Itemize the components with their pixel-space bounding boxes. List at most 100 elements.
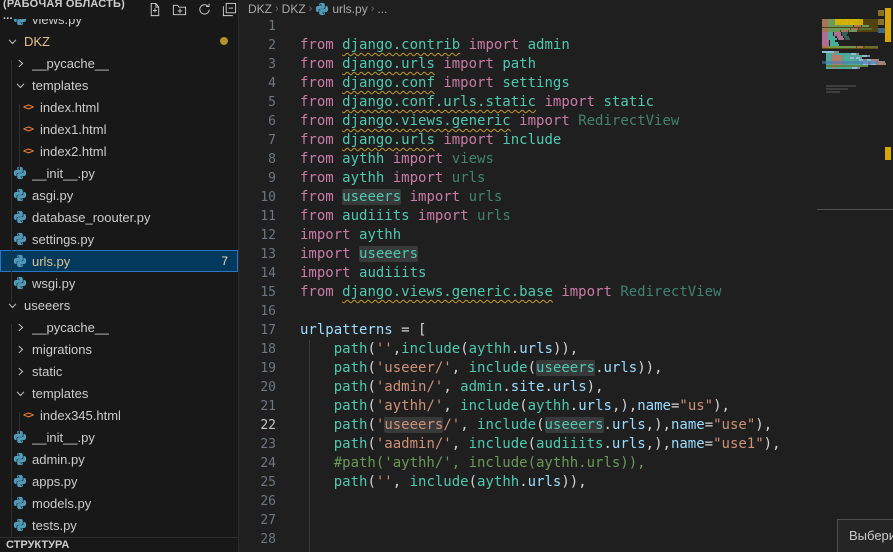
- tree-item-label: __pycache__: [32, 320, 109, 335]
- breadcrumb-item[interactable]: DKZ: [282, 2, 306, 16]
- outline-section-header[interactable]: СТРУКТУРА: [0, 537, 238, 552]
- line-number: 5: [239, 93, 276, 112]
- tree-item-settings.py[interactable]: settings.py: [0, 228, 238, 250]
- tree-item-migrations[interactable]: migrations: [0, 338, 238, 360]
- tree-item-wsgi.py[interactable]: wsgi.py: [0, 272, 238, 294]
- tree-item-__pycache__[interactable]: __pycache__: [0, 316, 238, 338]
- python-file-icon: [12, 473, 28, 489]
- tree-item-database_roouter.py[interactable]: database_roouter.py: [0, 206, 238, 228]
- code-line-27[interactable]: 27: [239, 511, 893, 530]
- tree-item-index.html[interactable]: <>index.html: [0, 96, 238, 118]
- tree-item-__pycache__[interactable]: __pycache__: [0, 52, 238, 74]
- code-line-11[interactable]: 11from audiiits import urls: [239, 207, 893, 226]
- line-content: [276, 511, 300, 530]
- overview-ruler[interactable]: [878, 0, 893, 552]
- tree-item-label: database_roouter.py: [32, 210, 151, 225]
- refresh-icon[interactable]: [196, 1, 213, 18]
- code-line-9[interactable]: 9from aythh import urls: [239, 169, 893, 188]
- code-line-21[interactable]: 21 path('aythh/', include(aythh.urls,),n…: [239, 397, 893, 416]
- code-line-1[interactable]: 1: [239, 17, 893, 36]
- code-line-17[interactable]: 17urlpatterns = [: [239, 321, 893, 340]
- code-line-8[interactable]: 8from aythh import views: [239, 150, 893, 169]
- line-content: from django.urls import include: [276, 131, 561, 150]
- line-number: 27: [239, 511, 276, 530]
- code-line-13[interactable]: 13import useeers: [239, 245, 893, 264]
- code-line-24[interactable]: 24 #path('aythh/', include(aythh.urls)),: [239, 454, 893, 473]
- line-content: path('admin/', admin.site.urls),: [276, 378, 604, 397]
- breadcrumb-item[interactable]: ...: [377, 2, 387, 16]
- new-folder-icon[interactable]: [171, 1, 188, 18]
- tree-item-label: urls.py: [32, 254, 70, 269]
- chevron-right-icon: [12, 55, 28, 71]
- line-number: 2: [239, 36, 276, 55]
- code-line-28[interactable]: 28: [239, 530, 893, 549]
- tree-item-index1.html[interactable]: <>index1.html: [0, 118, 238, 140]
- line-content: from aythh import views: [276, 150, 494, 169]
- tree-item-index2.html[interactable]: <>index2.html: [0, 140, 238, 162]
- code-line-18[interactable]: 18 path('',include(aythh.urls)),: [239, 340, 893, 359]
- tree-item-templates[interactable]: templates: [0, 74, 238, 96]
- collapse-all-icon[interactable]: [221, 1, 238, 18]
- line-number: 7: [239, 131, 276, 150]
- minimap-warning-blob: [835, 19, 863, 25]
- breadcrumb-item[interactable]: DKZ: [248, 2, 272, 16]
- breadcrumb-item[interactable]: urls.py: [315, 2, 367, 16]
- line-number: 16: [239, 302, 276, 321]
- code-line-25[interactable]: 25 path('', include(aythh.urls)),: [239, 473, 893, 492]
- tree-item-static[interactable]: static: [0, 360, 238, 382]
- modified-dot-badge: [220, 37, 228, 45]
- chevron-right-icon: [12, 341, 28, 357]
- tree-item-models.py[interactable]: models.py: [0, 492, 238, 514]
- code-line-3[interactable]: 3from django.urls import path: [239, 55, 893, 74]
- minimap[interactable]: [822, 17, 878, 137]
- html-file-icon: <>: [20, 407, 36, 423]
- python-file-icon: [12, 517, 28, 533]
- explorer-actions: [146, 1, 238, 18]
- explorer-sidebar: views.pyDKZ__pycache__templates<>index.h…: [0, 0, 238, 552]
- code-line-16[interactable]: 16: [239, 302, 893, 321]
- line-content: import aythh: [276, 226, 401, 245]
- line-content: import useeers: [276, 245, 418, 264]
- breadcrumb-label: urls.py: [332, 2, 367, 16]
- code-line-12[interactable]: 12import aythh: [239, 226, 893, 245]
- code-line-22[interactable]: 22 path('useeers/', include(useeers.urls…: [239, 416, 893, 435]
- line-number: 6: [239, 112, 276, 131]
- tree-item-templates[interactable]: templates: [0, 382, 238, 404]
- code-area[interactable]: 12from django.contrib import admin3from …: [239, 17, 893, 549]
- tree-item-apps.py[interactable]: apps.py: [0, 470, 238, 492]
- warning-marker: [885, 147, 891, 160]
- code-line-2[interactable]: 2from django.contrib import admin: [239, 36, 893, 55]
- line-content: from django.views.generic import Redirec…: [276, 112, 679, 131]
- code-line-20[interactable]: 20 path('admin/', admin.site.urls),: [239, 378, 893, 397]
- code-line-19[interactable]: 19 path('useeer/', include(useeers.urls)…: [239, 359, 893, 378]
- minimap-selection-band: [822, 61, 878, 64]
- tree-item-label: admin.py: [32, 452, 85, 467]
- tree-item-useeers[interactable]: useeers: [0, 294, 238, 316]
- tree-item-tests.py[interactable]: tests.py: [0, 514, 238, 536]
- tree-item-asgi.py[interactable]: asgi.py: [0, 184, 238, 206]
- code-line-6[interactable]: 6from django.views.generic import Redire…: [239, 112, 893, 131]
- code-line-14[interactable]: 14import audiiits: [239, 264, 893, 283]
- html-file-icon: <>: [20, 99, 36, 115]
- code-line-10[interactable]: 10from useeers import urls: [239, 188, 893, 207]
- python-file-icon: [12, 231, 28, 247]
- code-line-5[interactable]: 5from django.conf.urls.static import sta…: [239, 93, 893, 112]
- tree-item-__init__.py[interactable]: __init__.py: [0, 162, 238, 184]
- tree-item-label: migrations: [32, 342, 92, 357]
- code-line-15[interactable]: 15from django.views.generic.base import …: [239, 283, 893, 302]
- code-line-4[interactable]: 4from django.conf import settings: [239, 74, 893, 93]
- tree-item-urls.py[interactable]: urls.py7: [0, 250, 238, 272]
- code-line-7[interactable]: 7from django.urls import include: [239, 131, 893, 150]
- code-line-26[interactable]: 26: [239, 492, 893, 511]
- line-content: from django.views.generic.base import Re…: [276, 283, 721, 302]
- line-content: from aythh import urls: [276, 169, 485, 188]
- code-line-23[interactable]: 23 path('aadmin/', include(audiiits.urls…: [239, 435, 893, 454]
- html-file-icon: <>: [20, 143, 36, 159]
- breadcrumb-separator: ›: [371, 3, 375, 15]
- tree-item-__init__.py[interactable]: __init__.py: [0, 426, 238, 448]
- new-file-icon[interactable]: [146, 1, 163, 18]
- tree-item-DKZ[interactable]: DKZ: [0, 30, 238, 52]
- tree-item-index345.html[interactable]: <>index345.html: [0, 404, 238, 426]
- workspace-title: (РАБОЧАЯ ОБЛАСТЬ) ...: [3, 0, 132, 22]
- tree-item-admin.py[interactable]: admin.py: [0, 448, 238, 470]
